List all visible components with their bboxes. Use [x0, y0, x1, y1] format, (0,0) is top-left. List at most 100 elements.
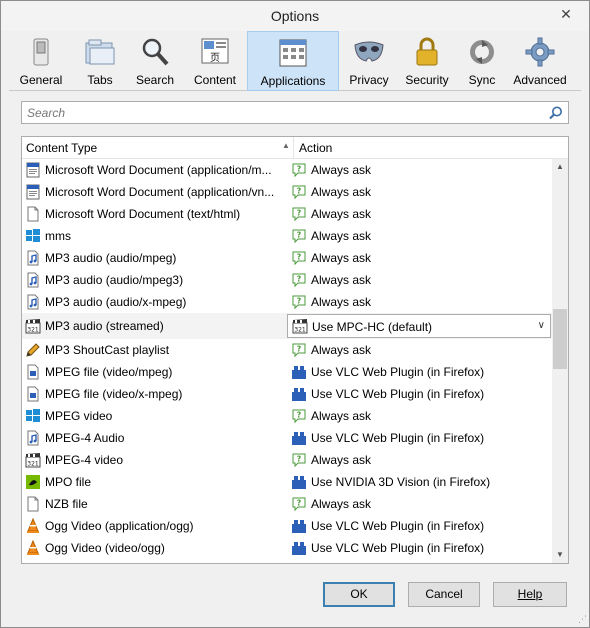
content-type-label: MP3 audio (audio/x-mpeg) — [45, 295, 187, 309]
applications-icon — [276, 36, 310, 70]
toolbar-tab-label: Advanced — [513, 73, 567, 87]
chevron-down-icon[interactable]: ∨ — [538, 320, 545, 331]
svg-text:?: ? — [297, 231, 302, 240]
table-row[interactable]: 321 MP3 audio (streamed) 321 Use MPC-HC (de… — [22, 313, 552, 339]
blank-doc-icon — [25, 496, 41, 512]
table-row[interactable]: MPEG file (video/x-mpeg) Use VLC Web Plug… — [22, 383, 552, 405]
content-type-label: Microsoft Word Document (application/m..… — [45, 163, 272, 177]
toolbar-tab-security[interactable]: Security — [399, 31, 455, 91]
clapperboard-icon: 321 — [292, 318, 308, 334]
video-file-icon — [25, 386, 41, 402]
toolbar-tab-sync[interactable]: Sync — [455, 31, 509, 91]
content-type-label: MP3 audio (audio/mpeg) — [45, 251, 177, 265]
content-type-label: mms — [45, 229, 71, 243]
ask-icon: ? — [291, 294, 307, 310]
content-type-label: MPO file — [45, 475, 92, 489]
toolbar-tab-tabs[interactable]: Tabs — [73, 31, 127, 91]
scroll-up-icon[interactable]: ▲ — [552, 159, 568, 175]
audio-file-icon — [25, 250, 41, 266]
toolbar-tab-search[interactable]: Search — [127, 31, 183, 91]
table-row[interactable]: MP3 audio (audio/mpeg3)? Always ask — [22, 269, 552, 291]
windows-logo-icon — [25, 408, 41, 424]
search-box[interactable]: Search — [21, 101, 569, 124]
table-row[interactable]: MP3 audio (audio/x-mpeg)? Always ask — [22, 291, 552, 313]
ask-icon: ? — [291, 272, 307, 288]
action-label: Use VLC Web Plugin (in Firefox) — [311, 541, 485, 555]
svg-text:?: ? — [297, 209, 302, 218]
sort-ascending-icon: ▲ — [282, 141, 290, 150]
content-type-list: Content Type ▲ Action Microsoft Word Doc… — [21, 136, 569, 564]
content-type-label: NZB file — [45, 497, 88, 511]
video-file-icon — [25, 364, 41, 380]
toolbar-tab-applications[interactable]: Applications — [247, 31, 339, 91]
content-type-label: MPEG-4 Audio — [45, 431, 125, 445]
action-label: Always ask — [311, 229, 372, 243]
toolbar-tab-general[interactable]: General — [9, 31, 73, 91]
table-row[interactable]: Ogg Video (video/ogg) Use VLC Web Plugin … — [22, 537, 552, 559]
help-button[interactable]: Help — [493, 582, 567, 607]
ask-icon: ? — [291, 408, 307, 424]
table-row[interactable]: NZB file? Always ask — [22, 493, 552, 515]
action-select[interactable]: 321 Use MPC-HC (default) ∨ — [287, 314, 551, 338]
plugin-icon — [291, 364, 307, 380]
plugin-icon — [291, 474, 307, 490]
table-row[interactable]: Ogg Video (application/ogg) Use VLC Web P… — [22, 515, 552, 537]
content-type-label: Microsoft Word Document (text/html) — [45, 207, 241, 221]
audio-file-icon — [25, 294, 41, 310]
plugin-icon — [291, 386, 307, 402]
table-row[interactable]: MPO file Use NVIDIA 3D Vision (in Firefox… — [22, 471, 552, 493]
action-label: Always ask — [311, 453, 372, 467]
vlc-cone-icon — [25, 517, 41, 534]
action-label: Always ask — [311, 163, 372, 177]
action-label: Always ask — [311, 295, 372, 309]
column-divider[interactable] — [293, 137, 294, 159]
vlc-cone-icon — [25, 539, 41, 556]
svg-text:321: 321 — [27, 461, 39, 468]
sync-icon — [465, 35, 499, 69]
help-button-label: Help — [517, 587, 543, 601]
content-type-label: MP3 ShoutCast playlist — [45, 343, 170, 357]
window-title: Options — [270, 8, 320, 24]
ok-button[interactable]: OK — [323, 582, 395, 607]
content-type-column-header[interactable]: Content Type — [26, 141, 97, 155]
svg-text:?: ? — [297, 275, 302, 284]
table-row[interactable]: Microsoft Word Document (text/html)? Alwa… — [22, 203, 552, 225]
table-row[interactable]: MPEG-4 Audio Use VLC Web Plugin (in Firef… — [22, 427, 552, 449]
table-row[interactable]: MP3 audio (audio/mpeg)? Always ask — [22, 247, 552, 269]
ask-icon: ? — [291, 184, 307, 200]
ask-icon: ? — [291, 452, 307, 468]
mask-icon — [352, 35, 386, 69]
resize-grip-icon[interactable]: ⋰ — [578, 614, 587, 625]
table-row[interactable]: Microsoft Word Document (application/vn.… — [22, 181, 552, 203]
toolbar-tab-label: Content — [193, 73, 237, 87]
toolbar-tab-label: Security — [405, 73, 449, 87]
cancel-button[interactable]: Cancel — [408, 582, 480, 607]
action-label: Use VLC Web Plugin (in Firefox) — [311, 387, 485, 401]
plugin-icon — [291, 430, 307, 446]
toolbar-tab-advanced[interactable]: Advanced — [509, 31, 571, 91]
search-input[interactable]: Search — [27, 106, 65, 120]
scroll-thumb[interactable] — [553, 309, 567, 369]
content-type-label: Microsoft Word Document (application/vn.… — [45, 185, 275, 199]
blank-doc-icon — [25, 206, 41, 222]
svg-text:?: ? — [297, 165, 302, 174]
search-icon[interactable] — [548, 105, 564, 121]
table-row[interactable]: MPEG file (video/mpeg) Use VLC Web Plugin… — [22, 361, 552, 383]
toolbar-tab-content[interactable]: 页 Content — [183, 31, 247, 91]
table-row[interactable]: MPEG video? Always ask — [22, 405, 552, 427]
table-row[interactable]: MP3 ShoutCast playlist? Always ask — [22, 339, 552, 361]
magnifier-icon — [138, 35, 172, 69]
table-row[interactable]: mms? Always ask — [22, 225, 552, 247]
scroll-down-icon[interactable]: ▼ — [552, 547, 568, 563]
list-rows: Microsoft Word Document (application/m..… — [22, 159, 552, 563]
action-column-header[interactable]: Action — [299, 141, 332, 155]
action-label: Use VLC Web Plugin (in Firefox) — [311, 431, 485, 445]
vertical-scrollbar[interactable]: ▲ ▼ — [552, 159, 568, 563]
toolbar-tab-privacy[interactable]: Privacy — [339, 31, 399, 91]
table-row[interactable]: Microsoft Word Document (application/m..… — [22, 159, 552, 181]
table-row[interactable]: 321 MPEG-4 video? Always ask — [22, 449, 552, 471]
switch-icon — [24, 35, 58, 69]
action-label: Use VLC Web Plugin (in Firefox) — [311, 519, 485, 533]
close-icon[interactable]: ✕ — [557, 5, 575, 23]
clapperboard-icon: 321 — [25, 452, 41, 468]
